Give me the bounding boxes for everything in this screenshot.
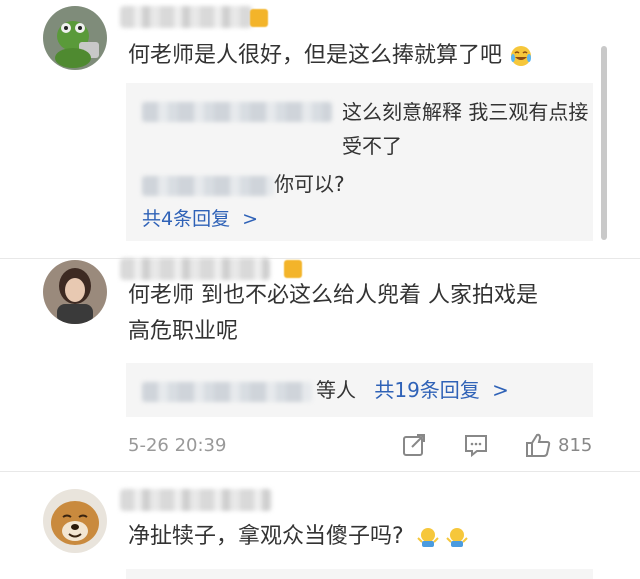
view-more-replies-link[interactable]: 共4条回复 > [142, 204, 258, 234]
scrollbar[interactable] [601, 46, 607, 240]
comment-text: 何老师是人很好，但是这么捧就算了吧 [128, 38, 598, 74]
comment-button[interactable] [463, 432, 489, 458]
dog-avatar-image [43, 489, 107, 553]
reply-suffix: 等人 [316, 378, 356, 402]
like-button[interactable]: 815 [524, 432, 592, 458]
member-badge-icon [284, 260, 302, 278]
reply-authors-blurred[interactable] [142, 381, 312, 402]
username-blurred[interactable] [120, 489, 272, 511]
comment-item: 何老师是人很好，但是这么捧就算了吧 这么刻意解释 我三观有点接受不了 你可以? … [0, 0, 640, 260]
reply-item [142, 95, 332, 125]
chevron-right-icon: > [242, 208, 259, 230]
like-count: 815 [558, 434, 593, 456]
chevron-right-icon: > [492, 378, 509, 402]
woman-avatar-image [43, 260, 107, 324]
forward-button[interactable] [401, 432, 427, 458]
reply-author-blurred[interactable] [142, 101, 332, 122]
reply-preview-box[interactable]: 这么刻意解释 我三观有点接受不了 你可以? 共4条回复 > [126, 83, 593, 241]
avatar[interactable] [43, 6, 107, 70]
comment-text: 何老师 到也不必这么给人兜着 人家拍戏是 高危职业呢 [128, 283, 538, 344]
comment-time: 5-26 20:39 [128, 435, 227, 456]
reply-preview-box[interactable] [126, 569, 593, 579]
comment-item: 何老师 到也不必这么给人兜着 人家拍戏是 高危职业呢 等人 共19条回复 > 5… [0, 258, 640, 470]
username-blurred[interactable] [120, 258, 270, 280]
member-badge-icon [250, 9, 268, 27]
laugh-cry-emoji [511, 46, 532, 66]
username-blurred[interactable] [120, 6, 252, 28]
reply-preview-box[interactable]: 等人 共19条回复 > [126, 363, 593, 417]
comment-item: 净扯犊子，拿观众当傻子吗? [0, 471, 640, 579]
thumbs-up-icon [526, 433, 551, 457]
reply-item: 你可以? [142, 169, 345, 199]
view-more-replies-link[interactable]: 共19条回复 > [374, 378, 509, 402]
comment-icon [465, 435, 487, 458]
shrug-emoji [416, 528, 439, 547]
reply-text: 你可以? [274, 172, 345, 196]
comment-text: 净扯犊子，拿观众当傻子吗? [128, 519, 598, 555]
forward-icon [403, 434, 425, 456]
reply-author-blurred[interactable] [142, 175, 274, 196]
avatar[interactable] [43, 260, 107, 324]
frog-avatar-image [43, 6, 107, 70]
reply-text: 这么刻意解释 我三观有点接受不了 [342, 100, 589, 158]
reply-summary: 等人 共19条回复 > [142, 375, 509, 405]
shrug-emoji [445, 528, 468, 547]
avatar[interactable] [43, 489, 107, 553]
